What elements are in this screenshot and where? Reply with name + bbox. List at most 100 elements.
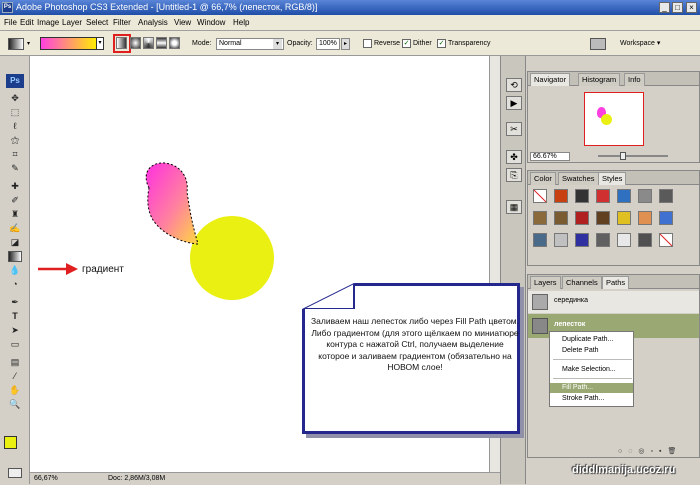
menu-filter[interactable]: Filter bbox=[113, 15, 131, 31]
mode-select[interactable]: Normal ▾ bbox=[216, 38, 284, 50]
menu-analysis[interactable]: Analysis bbox=[138, 15, 168, 31]
move-tool-icon[interactable]: ✥ bbox=[8, 93, 22, 104]
style-swatch[interactable] bbox=[617, 189, 631, 203]
lasso-tool-icon[interactable]: ℓ bbox=[8, 121, 22, 132]
menu-duplicate-path[interactable]: Duplicate Path... bbox=[550, 335, 633, 345]
zoom-slider-handle[interactable] bbox=[620, 152, 626, 160]
gradient-picker[interactable] bbox=[40, 37, 98, 50]
style-swatch[interactable] bbox=[596, 233, 610, 247]
healing-brush-icon[interactable]: ✚ bbox=[8, 181, 22, 192]
foreground-color-swatch[interactable] bbox=[4, 436, 17, 449]
linear-gradient-icon[interactable] bbox=[116, 37, 127, 49]
menu-edit[interactable]: Edit bbox=[20, 15, 34, 31]
tab-styles[interactable]: Styles bbox=[598, 172, 627, 185]
style-swatch[interactable] bbox=[638, 211, 652, 225]
menu-file[interactable]: File bbox=[4, 15, 17, 31]
menu-fill-path[interactable]: Fill Path... bbox=[550, 383, 633, 393]
brush-tool-icon[interactable]: ✐ bbox=[8, 195, 22, 206]
menu-view[interactable]: View bbox=[174, 15, 191, 31]
style-none[interactable] bbox=[533, 189, 547, 203]
gradient-dropdown-icon[interactable]: ▾ bbox=[96, 37, 104, 50]
history-brush-icon[interactable]: ✍ bbox=[8, 223, 22, 234]
type-tool-icon[interactable]: T bbox=[8, 311, 22, 322]
menu-make-selection[interactable]: Make Selection... bbox=[550, 365, 633, 375]
gradient-tool-icon[interactable] bbox=[8, 251, 22, 262]
style-swatch[interactable] bbox=[575, 189, 589, 203]
style-swatch[interactable] bbox=[575, 211, 589, 225]
notes-tool-icon[interactable]: ▤ bbox=[8, 357, 22, 368]
tool-preset-icon[interactable] bbox=[8, 38, 24, 50]
clone-source-icon[interactable]: ⎘ bbox=[506, 168, 522, 182]
opacity-slider-button[interactable]: ▸ bbox=[341, 38, 350, 50]
tab-color[interactable]: Color bbox=[530, 172, 556, 185]
chevron-down-icon[interactable]: ▾ bbox=[27, 40, 30, 47]
reverse-checkbox[interactable] bbox=[363, 39, 372, 48]
dither-checkbox[interactable]: ✓ bbox=[402, 39, 411, 48]
crop-tool-icon[interactable]: ⌗ bbox=[8, 149, 22, 160]
brushes-icon[interactable]: ✤ bbox=[506, 150, 522, 164]
tab-layers[interactable]: Layers bbox=[530, 276, 561, 289]
dodge-tool-icon[interactable]: ◔ bbox=[8, 279, 22, 290]
doc-size[interactable]: Doc: 2,86M/3,08M bbox=[108, 473, 165, 485]
reflected-gradient-icon[interactable] bbox=[156, 37, 167, 49]
path-row[interactable]: серединка bbox=[528, 291, 699, 313]
menu-select[interactable]: Select bbox=[86, 15, 108, 31]
style-swatch[interactable] bbox=[596, 211, 610, 225]
tab-navigator[interactable]: Navigator bbox=[530, 73, 571, 86]
marquee-tool-icon[interactable]: ⬚ bbox=[8, 107, 22, 118]
menu-delete-path[interactable]: Delete Path bbox=[550, 346, 633, 356]
navigator-zoom[interactable]: 66.67% bbox=[530, 152, 570, 161]
tab-swatches[interactable]: Swatches bbox=[558, 172, 599, 185]
style-swatch[interactable] bbox=[554, 211, 568, 225]
pen-tool-icon[interactable]: ✒ bbox=[8, 297, 22, 308]
path-panel-buttons[interactable]: ○◌◎▫▪🗑 bbox=[618, 447, 688, 457]
maximize-icon[interactable]: □ bbox=[672, 2, 683, 13]
blur-tool-icon[interactable]: 💧 bbox=[8, 265, 22, 276]
diamond-gradient-icon[interactable] bbox=[169, 37, 180, 49]
navigator-preview[interactable] bbox=[584, 92, 644, 146]
actions-icon[interactable]: ▶ bbox=[506, 96, 522, 110]
zoom-tool-icon[interactable]: 🔍 bbox=[8, 399, 22, 410]
minimize-icon[interactable]: _ bbox=[659, 2, 670, 13]
eraser-tool-icon[interactable]: ◪ bbox=[8, 237, 22, 248]
zoom-slider[interactable] bbox=[598, 155, 668, 157]
style-swatch[interactable] bbox=[638, 233, 652, 247]
transparency-checkbox[interactable]: ✓ bbox=[437, 39, 446, 48]
opacity-input[interactable]: 100% bbox=[316, 38, 340, 50]
bridge-icon[interactable] bbox=[590, 38, 606, 50]
angle-gradient-icon[interactable] bbox=[143, 37, 154, 49]
menu-window[interactable]: Window bbox=[197, 15, 225, 31]
style-swatch[interactable] bbox=[617, 233, 631, 247]
history-icon[interactable]: ⟲ bbox=[506, 78, 522, 92]
style-none[interactable] bbox=[659, 233, 673, 247]
style-swatch[interactable] bbox=[533, 233, 547, 247]
slice-tool-icon[interactable]: ✎ bbox=[8, 163, 22, 174]
style-swatch[interactable] bbox=[533, 211, 547, 225]
style-swatch[interactable] bbox=[659, 189, 673, 203]
shape-tool-icon[interactable]: ▭ bbox=[8, 339, 22, 350]
quick-mask-icon[interactable] bbox=[8, 468, 22, 478]
menu-layer[interactable]: Layer bbox=[62, 15, 82, 31]
style-swatch[interactable] bbox=[638, 189, 652, 203]
path-selection-icon[interactable]: ➤ bbox=[8, 325, 22, 336]
path-thumbnail[interactable] bbox=[532, 294, 548, 310]
path-thumbnail[interactable] bbox=[532, 318, 548, 334]
tab-channels[interactable]: Channels bbox=[562, 276, 602, 289]
style-swatch[interactable] bbox=[659, 211, 673, 225]
hand-tool-icon[interactable]: ✋ bbox=[8, 385, 22, 396]
tab-paths[interactable]: Paths bbox=[602, 276, 630, 289]
menu-help[interactable]: Help bbox=[233, 15, 249, 31]
tools-presets-icon[interactable]: ✂ bbox=[506, 122, 522, 136]
style-swatch[interactable] bbox=[617, 211, 631, 225]
menu-stroke-path[interactable]: Stroke Path... bbox=[550, 394, 633, 404]
style-swatch[interactable] bbox=[554, 189, 568, 203]
workspace-button[interactable]: Workspace ▾ bbox=[620, 31, 660, 56]
close-icon[interactable]: × bbox=[686, 2, 697, 13]
zoom-level[interactable]: 66,67% bbox=[34, 473, 58, 485]
eyedropper-icon[interactable]: ⁄ bbox=[8, 371, 22, 382]
style-swatch[interactable] bbox=[596, 189, 610, 203]
clone-stamp-icon[interactable]: ♜ bbox=[8, 209, 22, 220]
style-swatch[interactable] bbox=[554, 233, 568, 247]
tab-histogram[interactable]: Histogram bbox=[578, 73, 621, 86]
menu-image[interactable]: Image bbox=[37, 15, 59, 31]
